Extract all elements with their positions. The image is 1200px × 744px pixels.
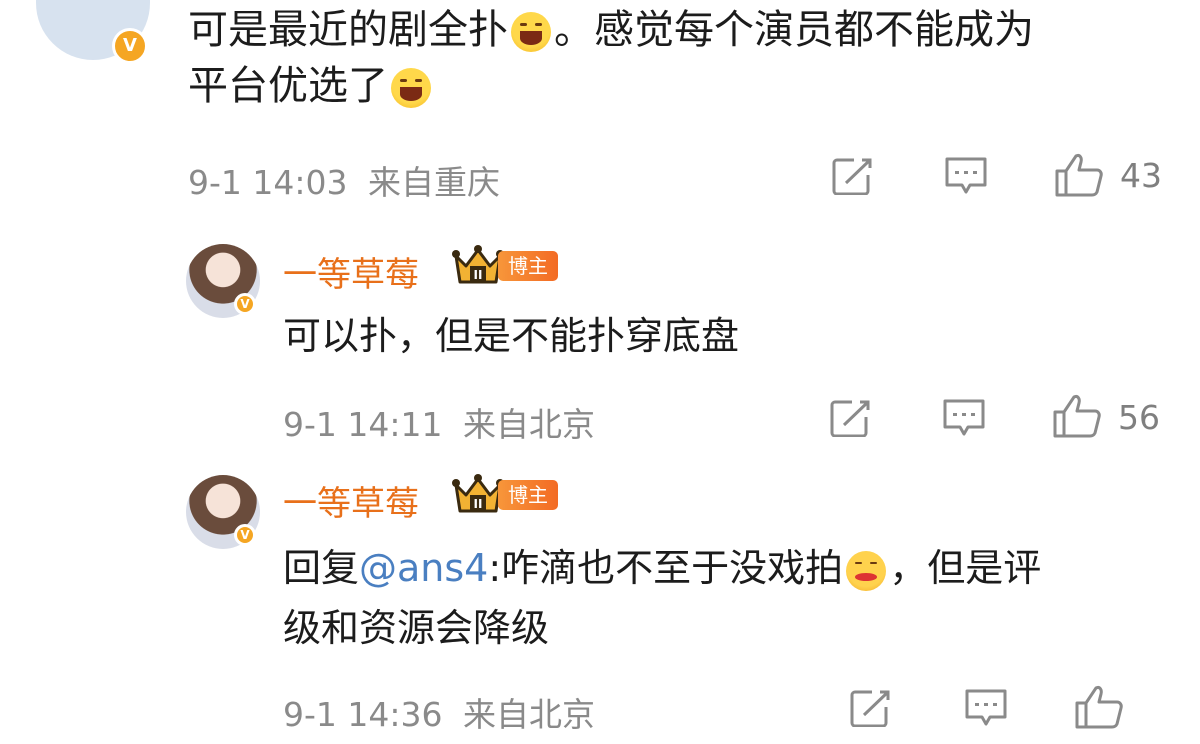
like-count: 56 xyxy=(1118,398,1160,437)
blogger-tag: 博主 xyxy=(498,480,558,510)
crown-rank-icon: II xyxy=(452,474,504,513)
verified-badge-icon: V xyxy=(234,524,256,546)
drooling-emoji-icon xyxy=(846,550,887,591)
rank-label: II xyxy=(474,268,483,282)
blogger-tag: 博主 xyxy=(498,251,558,281)
username[interactable]: 一等草莓 xyxy=(283,476,419,525)
username[interactable]: 一等草莓 xyxy=(283,247,419,296)
comment-text-part: 可是最近的剧全扑 xyxy=(188,7,508,53)
like-icon[interactable] xyxy=(1074,684,1124,730)
comment-icon[interactable] xyxy=(964,688,1008,728)
like-icon[interactable] xyxy=(1052,393,1102,439)
verified-badge-icon: V xyxy=(234,293,256,315)
comment-text-part: 。感觉每个演员都不能成为 xyxy=(554,7,1034,53)
rank-label: II xyxy=(474,497,483,511)
reply-prefix: 回复 xyxy=(283,546,360,590)
reply-text-part: ，但是评 xyxy=(889,546,1042,590)
timestamp: 9-1 14:03 xyxy=(188,163,348,202)
reply-text: 可以扑，但是不能扑穿底盘 xyxy=(283,314,740,358)
verified-badge-icon: V xyxy=(112,28,148,64)
reply-meta: 9-1 14:36 来自北京 xyxy=(283,688,595,736)
comment-text-part: 平台优选了 xyxy=(188,63,388,109)
reply-meta: 9-1 14:11 来自北京 xyxy=(283,398,595,446)
mention-link[interactable]: @ans4 xyxy=(359,546,488,590)
reply-text: 回复@ans4:咋滴也不至于没戏拍 ，但是评 级和资源会降级 xyxy=(283,538,1183,658)
location: 来自北京 xyxy=(463,695,595,734)
location: 来自北京 xyxy=(463,405,595,444)
comment-text: 可是最近的剧全扑 。感觉每个演员都不能成为 平台优选了 xyxy=(188,2,1178,114)
comment-icon[interactable] xyxy=(944,156,988,196)
reply-text-part: 级和资源会降级 xyxy=(283,606,550,650)
crown-rank-icon: II xyxy=(452,245,504,284)
grinning-emoji-icon xyxy=(511,12,551,52)
comment-icon[interactable] xyxy=(942,398,986,438)
timestamp: 9-1 14:11 xyxy=(283,405,443,444)
share-icon[interactable] xyxy=(850,689,892,727)
share-icon[interactable] xyxy=(832,157,874,195)
grinning-emoji-icon xyxy=(391,68,431,108)
like-icon[interactable] xyxy=(1054,152,1104,198)
timestamp: 9-1 14:36 xyxy=(283,695,443,734)
comment-meta: 9-1 14:03 来自重庆 xyxy=(188,156,500,204)
like-count: 43 xyxy=(1120,156,1162,195)
share-icon[interactable] xyxy=(830,399,872,437)
reply-text-part: :咋滴也不至于没戏拍 xyxy=(488,546,844,590)
location: 来自重庆 xyxy=(368,163,500,202)
